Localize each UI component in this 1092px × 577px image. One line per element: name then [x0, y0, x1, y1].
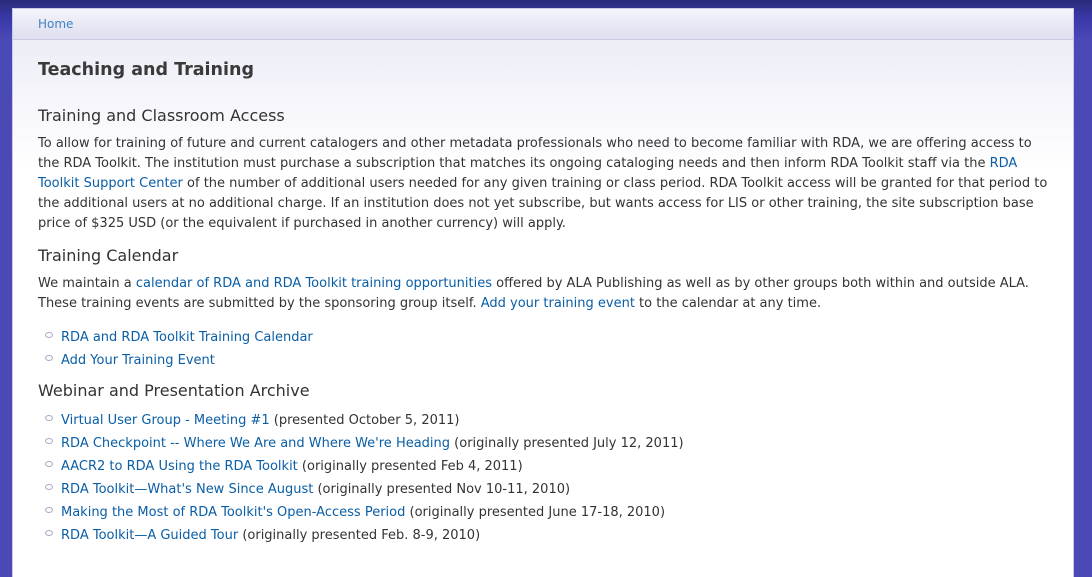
circle-bullet-icon: [45, 438, 53, 444]
add-training-event-link[interactable]: Add Your Training Event: [61, 353, 215, 368]
training-calendar-heading: Training Calendar: [38, 246, 179, 265]
list-item: RDA Checkpoint -- Where We Are and Where…: [45, 432, 1048, 455]
calendar-text-3: to the calendar at any time.: [634, 296, 822, 311]
webinar-link[interactable]: Making the Most of RDA Toolkit's Open-Ac…: [61, 505, 405, 520]
main-content: Teaching and Training Training and Class…: [13, 40, 1073, 577]
list-item: Virtual User Group - Meeting #1 (present…: [45, 409, 1048, 432]
webinar-archive-heading: Webinar and Presentation Archive: [38, 381, 310, 400]
webinar-link[interactable]: RDA Toolkit—What's New Since August: [61, 482, 313, 497]
list-item: Making the Most of RDA Toolkit's Open-Ac…: [45, 501, 1048, 524]
circle-bullet-icon: [45, 415, 53, 421]
webinar-note: (originally presented June 17-18, 2010): [405, 505, 666, 520]
training-calendar-link[interactable]: RDA and RDA Toolkit Training Calendar: [61, 330, 313, 345]
webinar-note: (originally presented Nov 10-11, 2010): [313, 482, 571, 497]
webinar-link[interactable]: Virtual User Group - Meeting #1: [61, 413, 270, 428]
breadcrumb-home-link[interactable]: Home: [38, 17, 73, 31]
webinar-link[interactable]: AACR2 to RDA Using the RDA Toolkit: [61, 459, 298, 474]
webinar-note: (presented October 5, 2011): [269, 413, 460, 428]
calendar-text-1: We maintain a: [38, 276, 136, 291]
calendar-links-list: RDA and RDA Toolkit Training Calendar Ad…: [38, 326, 1048, 372]
training-calendar-section: Training Calendar We maintain a calendar…: [38, 246, 1048, 372]
list-item: RDA Toolkit—What's New Since August (ori…: [45, 478, 1048, 501]
webinar-link[interactable]: RDA Toolkit—A Guided Tour: [61, 528, 238, 543]
circle-bullet-icon: [45, 461, 53, 467]
circle-bullet-icon: [45, 530, 53, 536]
circle-bullet-icon: [45, 507, 53, 513]
list-item: Add Your Training Event: [45, 349, 1048, 372]
webinar-note: (originally presented Feb 4, 2011): [297, 459, 523, 474]
list-item: AACR2 to RDA Using the RDA Toolkit (orig…: [45, 455, 1048, 478]
page-frame: Home Teaching and Training Training and …: [12, 8, 1074, 577]
webinar-note: (originally presented Feb. 8-9, 2010): [238, 528, 481, 543]
training-access-heading: Training and Classroom Access: [38, 106, 285, 125]
webinar-link[interactable]: RDA Checkpoint -- Where We Are and Where…: [61, 436, 450, 451]
webinar-archive-section: Webinar and Presentation Archive Virtual…: [38, 381, 1048, 547]
list-item: RDA and RDA Toolkit Training Calendar: [45, 326, 1048, 349]
list-item: RDA Toolkit—A Guided Tour (originally pr…: [45, 524, 1048, 547]
calendar-opportunities-link[interactable]: calendar of RDA and RDA Toolkit training…: [136, 276, 492, 291]
training-access-text-2: of the number of additional users needed…: [38, 176, 1048, 231]
circle-bullet-icon: [45, 332, 53, 338]
circle-bullet-icon: [45, 355, 53, 361]
training-access-section: Training and Classroom Access To allow f…: [38, 106, 1048, 234]
page-title: Teaching and Training: [38, 60, 254, 80]
add-training-event-inline-link[interactable]: Add your training event: [481, 296, 635, 311]
circle-bullet-icon: [45, 484, 53, 490]
webinar-note: (originally presented July 12, 2011): [450, 436, 684, 451]
training-calendar-paragraph: We maintain a calendar of RDA and RDA To…: [38, 274, 1048, 314]
training-access-text-1: To allow for training of future and curr…: [38, 136, 1032, 171]
breadcrumb: Home: [13, 9, 1073, 40]
training-access-paragraph: To allow for training of future and curr…: [38, 134, 1048, 234]
webinar-links-list: Virtual User Group - Meeting #1 (present…: [38, 409, 1048, 547]
